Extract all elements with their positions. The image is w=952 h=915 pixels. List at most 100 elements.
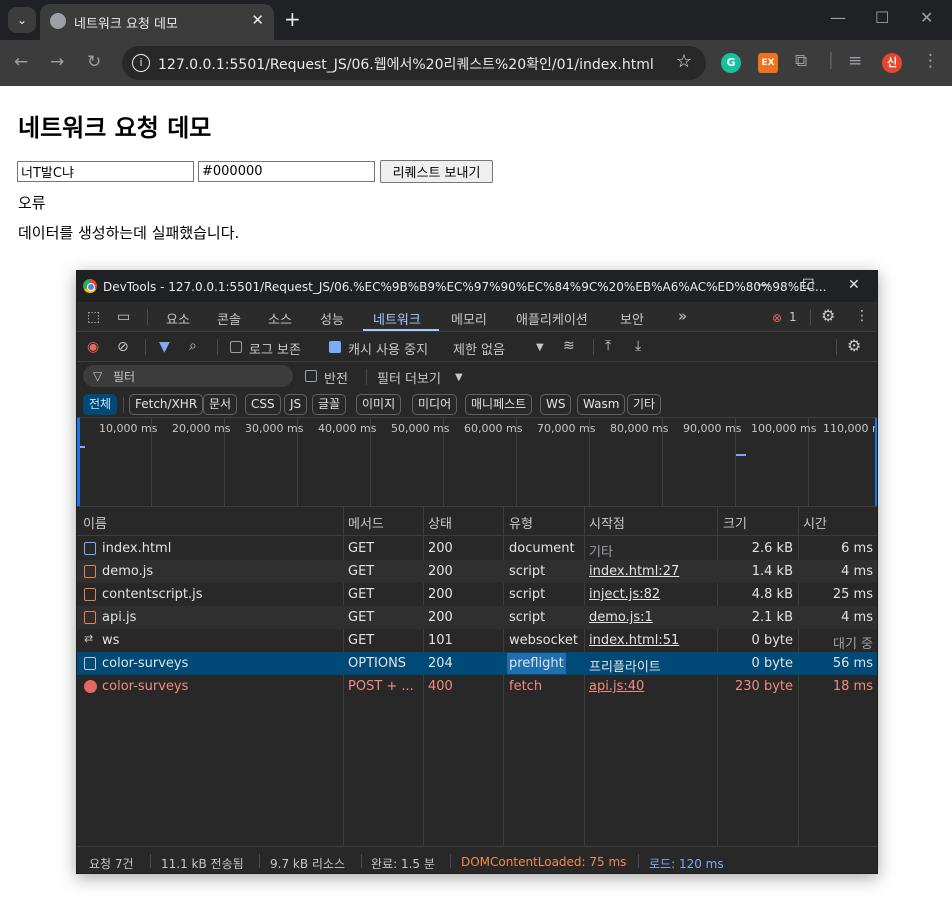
table-row-error[interactable]: color-surveys POST + ... 400 fetch api.j…	[77, 675, 877, 698]
websocket-arrows-icon: ⇄	[84, 632, 94, 645]
column-initiator[interactable]: 시작점	[589, 513, 625, 532]
forward-icon[interactable]: →	[50, 52, 64, 72]
type-filter-js[interactable]: JS	[284, 394, 308, 415]
tab-application[interactable]: 애플리케이션	[516, 309, 588, 328]
error-badge-icon[interactable]: ⊗	[772, 310, 782, 326]
minimize-icon[interactable]: —	[830, 8, 846, 27]
divider	[593, 339, 594, 355]
table-row[interactable]: demo.js GET 200 script index.html:27 1.4…	[77, 560, 877, 583]
column-name[interactable]: 이름	[83, 513, 107, 532]
disable-cache-checkbox[interactable]	[329, 341, 341, 353]
maximize-icon[interactable]: ☐	[875, 8, 889, 27]
maximize-icon[interactable]: ☐	[802, 277, 815, 293]
column-size[interactable]: 크기	[723, 513, 747, 532]
type-filter-manifest[interactable]: 매니페스트	[465, 394, 533, 415]
address-bar[interactable]: i 127.0.0.1:5501/Request_JS/06.웹에서%20리퀘스…	[122, 46, 706, 80]
row-initiator-link[interactable]: index.html:27	[589, 564, 679, 579]
type-filter-other[interactable]: 기타	[627, 394, 662, 415]
overview-left-handle[interactable]	[77, 418, 80, 506]
overview-right-handle[interactable]	[875, 418, 877, 506]
row-name: ws	[102, 633, 120, 648]
settings-gear-icon[interactable]: ⚙	[821, 308, 835, 324]
close-tab-icon[interactable]: ✕	[251, 11, 264, 29]
export-har-icon[interactable]: ⤓	[635, 338, 641, 354]
close-window-icon[interactable]: ✕	[920, 8, 933, 27]
search-icon[interactable]: ⌕	[189, 338, 197, 354]
table-row[interactable]: ⇄ ws GET 101 websocket index.html:51 0 b…	[77, 629, 877, 652]
type-filter-wasm[interactable]: Wasm	[577, 394, 626, 415]
column-method[interactable]: 메서드	[348, 513, 384, 532]
tab-search-button[interactable]: ⌄	[8, 7, 36, 33]
row-initiator-link[interactable]: api.js:40	[589, 679, 644, 694]
ex-extension-icon[interactable]: EX	[758, 53, 778, 73]
tab-performance[interactable]: 성능	[320, 309, 344, 328]
profile-avatar[interactable]: 신	[882, 53, 902, 73]
error-label: 오류	[18, 194, 46, 212]
tab-console[interactable]: 콘솔	[217, 309, 241, 328]
device-toolbar-icon[interactable]: ▭	[117, 309, 130, 325]
tab-memory[interactable]: 메모리	[451, 309, 487, 328]
tab-security[interactable]: 보안	[620, 309, 644, 328]
tab-sources[interactable]: 소스	[268, 309, 292, 328]
row-status: 204	[428, 656, 453, 671]
dropdown-arrow-icon[interactable]: ▼	[536, 340, 544, 356]
import-har-icon[interactable]: ⤒	[605, 338, 611, 354]
type-filter-media[interactable]: 미디어	[412, 394, 458, 415]
row-initiator-link[interactable]: index.html:51	[589, 633, 679, 648]
grammarly-extension-icon[interactable]: G	[721, 53, 741, 73]
more-options-icon[interactable]: ⋮	[855, 308, 869, 324]
type-filter-doc[interactable]: 문서	[203, 394, 238, 415]
throttle-select[interactable]: 제한 없음	[453, 339, 505, 358]
media-controls-icon[interactable]: ≡	[848, 51, 862, 71]
type-filter-fetch-xhr[interactable]: Fetch/XHR	[129, 394, 204, 415]
network-overview-timeline[interactable]: 10,000 ms 20,000 ms 30,000 ms 40,000 ms …	[77, 418, 877, 507]
network-settings-gear-icon[interactable]: ⚙	[847, 338, 861, 354]
send-request-button[interactable]: 리퀘스트 보내기	[380, 160, 493, 183]
table-row-selected[interactable]: color-surveys OPTIONS 204 preflight 프리플라…	[77, 652, 877, 675]
error-count[interactable]: 1	[789, 310, 797, 324]
preserve-log-checkbox[interactable]	[230, 341, 242, 353]
close-window-icon[interactable]: ✕	[848, 277, 860, 293]
filter-funnel-icon[interactable]: ▼	[159, 339, 170, 355]
back-icon[interactable]: ←	[14, 52, 28, 72]
column-type[interactable]: 유형	[509, 513, 533, 532]
table-row[interactable]: api.js GET 200 script demo.js:1 2.1 kB 4…	[77, 606, 877, 629]
bookmark-star-icon[interactable]: ☆	[676, 51, 692, 72]
column-time[interactable]: 시간	[803, 513, 827, 532]
text-input[interactable]	[17, 161, 194, 182]
column-status[interactable]: 상태	[428, 513, 452, 532]
type-filter-css[interactable]: CSS	[245, 394, 281, 415]
overview-bar	[736, 454, 746, 456]
more-menu-icon[interactable]: ⋮	[922, 51, 939, 71]
more-tabs-icon[interactable]: »	[678, 307, 687, 325]
row-time: 56 ms	[832, 656, 873, 671]
record-stop-icon[interactable]: ◉	[87, 339, 99, 355]
site-info-icon[interactable]: i	[132, 54, 150, 72]
table-row[interactable]: contentscript.js GET 200 script inject.j…	[77, 583, 877, 606]
filter-input[interactable]: ▽ 필터	[83, 365, 293, 387]
tab-title: 네트워크 요청 데모	[74, 17, 178, 32]
invert-checkbox[interactable]	[305, 370, 317, 382]
error-circle-icon	[84, 680, 97, 693]
browser-tab[interactable]: 네트워크 요청 데모 ✕	[40, 4, 274, 40]
row-initiator-link[interactable]: demo.js:1	[589, 610, 653, 625]
finish-time: 완료: 1.5 분	[371, 857, 435, 871]
dropdown-arrow-icon[interactable]: ▼	[455, 370, 463, 386]
network-conditions-icon[interactable]: ≋	[563, 338, 575, 354]
table-row[interactable]: index.html GET 200 document 기타 2.6 kB 6 …	[77, 537, 877, 560]
row-initiator-link[interactable]: inject.js:82	[589, 587, 660, 602]
reload-icon[interactable]: ↻	[87, 52, 101, 72]
clear-icon[interactable]: ⊘	[117, 339, 129, 355]
color-input[interactable]	[198, 161, 375, 182]
extensions-puzzle-icon[interactable]: ⧉	[795, 51, 807, 71]
type-filter-font[interactable]: 글꼴	[312, 394, 347, 415]
type-filter-ws[interactable]: WS	[540, 394, 572, 415]
tab-elements[interactable]: 요소	[166, 309, 190, 328]
inspect-element-icon[interactable]: ⬚	[87, 309, 100, 325]
tab-network[interactable]: 네트워크	[373, 309, 421, 328]
minimize-icon[interactable]: —	[757, 277, 771, 293]
type-filter-all[interactable]: 전체	[83, 394, 118, 415]
new-tab-button[interactable]: +	[284, 8, 301, 30]
more-filters-button[interactable]: 필터 더보기	[377, 368, 441, 387]
type-filter-img[interactable]: 이미지	[356, 394, 402, 415]
